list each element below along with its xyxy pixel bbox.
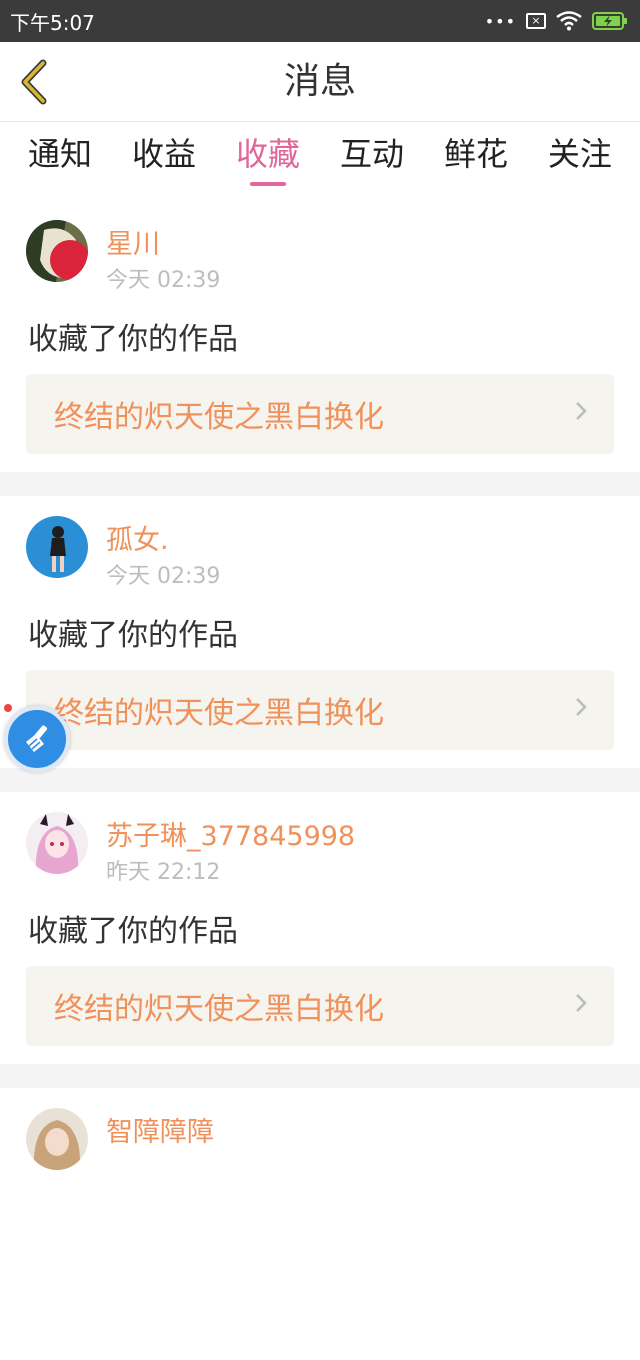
more-dots-icon: ••• [484, 11, 516, 31]
sim-icon: × [526, 13, 546, 29]
post-time: 昨天 22:12 [106, 860, 221, 885]
message-card: 智障障障 [0, 1088, 640, 1360]
tab-label: 收益 [131, 135, 196, 173]
tab-favorites[interactable]: 收藏 [234, 122, 302, 200]
page-title: 消息 [283, 61, 356, 102]
avatar[interactable] [26, 1108, 88, 1170]
message-card: 孤女. 今天 02:39 收藏了你的作品 终结的炽天使之黑白换化 [0, 496, 640, 768]
tab-interaction[interactable]: 互动 [338, 122, 406, 200]
status-icons: ••• × [485, 11, 628, 31]
work-link[interactable]: 终结的炽天使之黑白换化 [26, 966, 614, 1046]
avatar[interactable] [26, 516, 88, 578]
active-tab-indicator [249, 182, 286, 186]
work-title: 终结的炽天使之黑白换化 [54, 696, 384, 731]
card-separator [0, 768, 640, 792]
chevron-right-icon [574, 695, 588, 725]
status-time: 下午5:07 [10, 10, 95, 35]
user-name[interactable]: 智障障障 [106, 1110, 214, 1149]
tab-label: 通知 [28, 135, 93, 173]
message-card: 苏子琳_377845998 昨天 22:12 收藏了你的作品 终结的炽天使之黑白… [0, 792, 640, 1064]
status-bar: 下午5:07 ••• × [0, 0, 640, 42]
tab-label: 收藏 [235, 135, 300, 173]
action-text: 收藏了你的作品 [28, 618, 238, 653]
tab-following[interactable]: 关注 [546, 122, 614, 200]
battery-icon [592, 11, 628, 31]
notification-dot [4, 704, 12, 712]
tab-label: 关注 [547, 135, 612, 173]
avatar[interactable] [26, 220, 88, 282]
card-separator [0, 472, 640, 496]
work-title: 终结的炽天使之黑白换化 [54, 400, 384, 435]
chevron-right-icon [574, 991, 588, 1021]
tab-label: 互动 [339, 135, 404, 173]
user-name[interactable]: 孤女. [106, 518, 169, 557]
card-separator [0, 1064, 640, 1088]
tab-label: 鲜花 [443, 135, 508, 173]
work-link[interactable]: 终结的炽天使之黑白换化 [26, 670, 614, 750]
avatar[interactable] [26, 812, 88, 874]
floating-cleaner-button[interactable] [4, 706, 70, 772]
tab-flowers[interactable]: 鲜花 [442, 122, 510, 200]
post-time: 今天 02:39 [106, 268, 221, 293]
post-time: 今天 02:39 [106, 564, 221, 589]
tab-earnings[interactable]: 收益 [130, 122, 198, 200]
action-text: 收藏了你的作品 [28, 914, 238, 949]
broom-icon [26, 725, 47, 752]
header: 消息 [0, 42, 640, 122]
work-link[interactable]: 终结的炽天使之黑白换化 [26, 374, 614, 454]
user-name[interactable]: 星川 [106, 222, 160, 261]
message-feed: 星川 今天 02:39 收藏了你的作品 终结的炽天使之黑白换化 孤女. 今天 0… [0, 200, 640, 1360]
work-title: 终结的炽天使之黑白换化 [54, 992, 384, 1027]
message-card: 星川 今天 02:39 收藏了你的作品 终结的炽天使之黑白换化 [0, 200, 640, 472]
user-name[interactable]: 苏子琳_377845998 [106, 814, 355, 853]
tab-bar: 通知 收益 收藏 互动 鲜花 关注 [0, 122, 640, 200]
wifi-icon [556, 11, 582, 31]
tab-notifications[interactable]: 通知 [26, 122, 94, 200]
chevron-right-icon [574, 399, 588, 429]
action-text: 收藏了你的作品 [28, 322, 238, 357]
